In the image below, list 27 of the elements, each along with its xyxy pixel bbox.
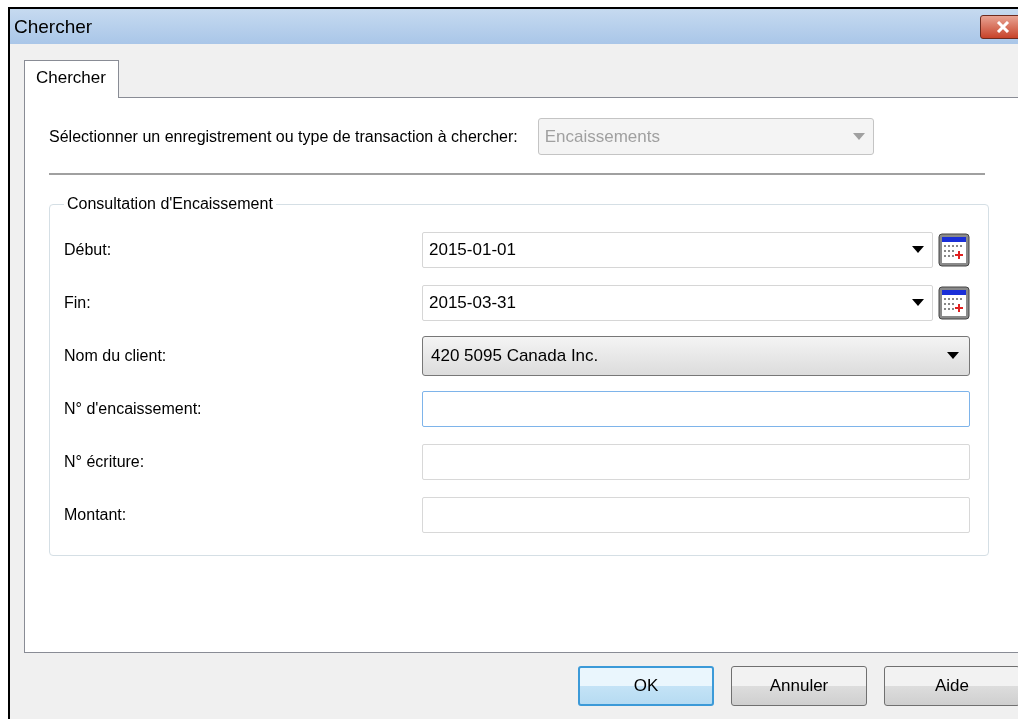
group-title: Consultation d'Encaissement [66, 195, 274, 213]
record-type-label: Sélectionner un enregistrement ou type de transaction à chercher: [49, 127, 518, 146]
field-label: Fin: [64, 293, 92, 312]
dialog-button[interactable]: Annuler [731, 666, 867, 706]
tab[interactable]: Chercher [24, 60, 119, 98]
calendar-icon[interactable] [938, 285, 970, 320]
input-field[interactable] [422, 443, 970, 480]
caret-icon [947, 352, 959, 359]
dialog-button[interactable]: OK [578, 666, 714, 706]
caret-icon [912, 299, 924, 306]
close-icon [996, 20, 1010, 33]
dialog-button[interactable]: Aide [884, 666, 1018, 706]
field-label: Nom du client: [64, 346, 168, 365]
field-label: N° d'encaissement: [64, 399, 203, 418]
window-title: Chercher [14, 15, 93, 38]
caret-icon [852, 133, 865, 140]
close-button[interactable] [980, 14, 1018, 39]
caret-icon [912, 246, 924, 253]
field-label: N° écriture: [64, 452, 146, 471]
input-field[interactable] [422, 496, 970, 533]
date-field[interactable]: 2015-01-01 [422, 231, 933, 268]
calendar-icon[interactable] [938, 232, 970, 267]
field-label: Montant: [64, 505, 128, 524]
field-label: Début: [64, 240, 113, 259]
date-field[interactable]: 2015-03-31 [422, 284, 933, 321]
input-field[interactable] [422, 390, 970, 427]
client-dropdown[interactable]: 420 5095 Canada Inc. [422, 335, 970, 376]
